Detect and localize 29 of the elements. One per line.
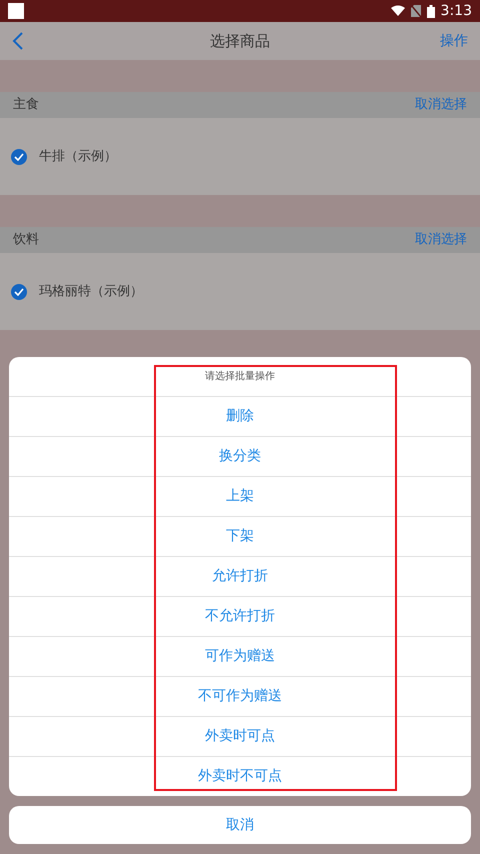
page-title: 选择商品 [210,30,270,52]
check-icon[interactable] [11,148,27,164]
section-title: 饮料 [13,231,39,250]
product-row[interactable]: 牛排（示例） [0,118,480,195]
sheet-option[interactable]: 可作为赠送 [9,636,471,676]
deselect-link[interactable]: 取消选择 [415,230,467,250]
check-icon[interactable] [11,284,27,300]
sheet-option[interactable]: 外卖时不可点 [9,756,471,796]
operate-button[interactable]: 操作 [440,30,468,52]
product-name: 玛格丽特（示例） [39,282,143,301]
deselect-link[interactable]: 取消选择 [415,95,467,115]
sheet-option[interactable]: 外卖时可点 [9,716,471,756]
wifi-icon [390,5,405,17]
app-icon [8,3,24,19]
sheet-option[interactable]: 下架 [9,516,471,556]
sheet-option[interactable]: 删除 [9,396,471,436]
no-sim-icon [410,5,421,17]
section-title: 主食 [13,96,39,114]
sheet-option[interactable]: 上架 [9,476,471,516]
product-row[interactable]: 玛格丽特（示例） [0,253,480,330]
status-time: 3:13 [440,2,472,20]
sheet-title: 请选择批量操作 [204,370,276,384]
battery-icon [426,4,435,18]
sheet-option[interactable]: 允许打折 [9,556,471,596]
sheet-option[interactable]: 不可作为赠送 [9,676,471,716]
cancel-button[interactable]: 取消 [9,806,471,844]
sheet-option[interactable]: 不允许打折 [9,596,471,636]
sheet-option[interactable]: 换分类 [9,436,471,476]
product-name: 牛排（示例） [39,148,117,166]
